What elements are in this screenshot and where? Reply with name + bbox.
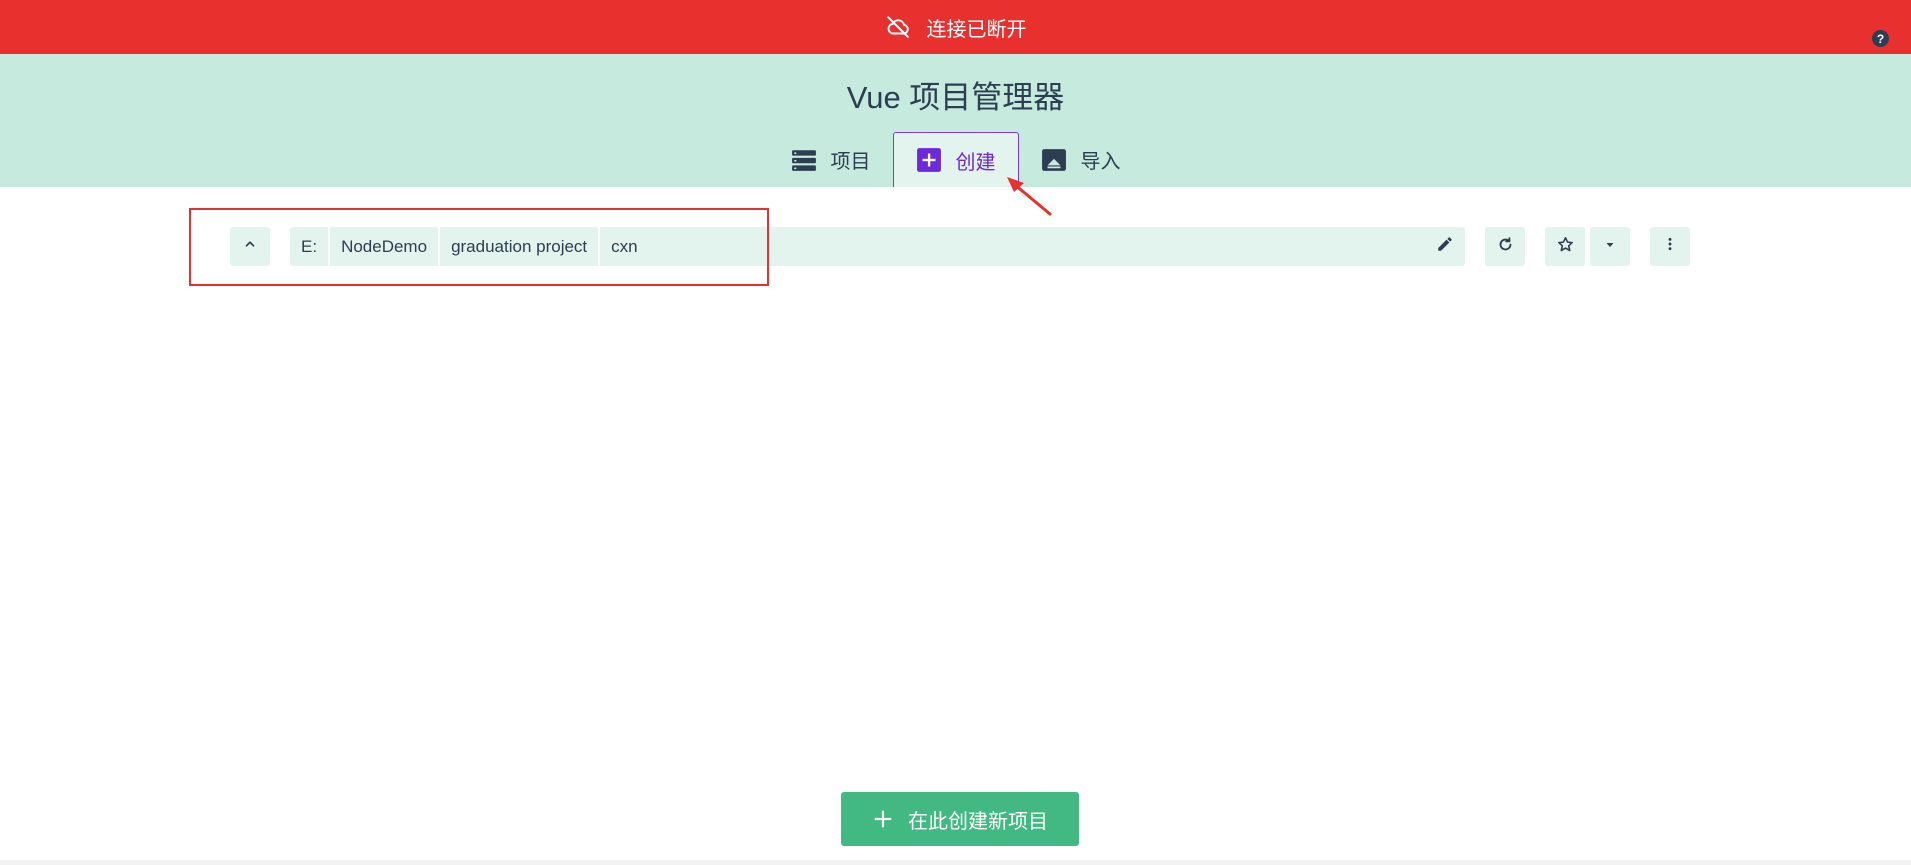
favorite-button[interactable]: [1545, 227, 1585, 266]
header: Vue 项目管理器 项目 创建 导入: [0, 54, 1911, 187]
refresh-button[interactable]: [1485, 227, 1525, 266]
connection-lost-banner: 连接已断开: [0, 0, 1911, 54]
breadcrumb-segment[interactable]: NodeDemo: [330, 227, 441, 266]
favorites-dropdown-button[interactable]: [1590, 227, 1630, 266]
create-project-here-button[interactable]: 在此创建新项目: [841, 792, 1079, 846]
help-button[interactable]: ?: [1872, 30, 1889, 47]
cloud-off-icon: [885, 14, 911, 40]
create-project-label: 在此创建新项目: [908, 810, 1048, 833]
tab-create-label: 创建: [955, 151, 996, 174]
tab-create[interactable]: 创建: [892, 132, 1019, 187]
list-icon: [791, 147, 817, 173]
breadcrumb-segment[interactable]: graduation project: [440, 227, 601, 266]
breadcrumb-segment-current[interactable]: cxn: [600, 227, 648, 266]
banner-text: 连接已断开: [926, 18, 1027, 41]
tab-projects-label: 项目: [830, 151, 871, 173]
bottom-divider: [0, 860, 1911, 865]
import-icon: [1041, 147, 1067, 173]
tab-import-label: 导入: [1080, 151, 1121, 173]
refresh-icon: [1497, 236, 1514, 258]
dropdown-icon: [1604, 238, 1616, 256]
more-options-button[interactable]: [1650, 227, 1690, 266]
star-icon: [1557, 236, 1574, 258]
tab-projects[interactable]: 项目: [769, 132, 893, 187]
tab-import[interactable]: 导入: [1019, 132, 1143, 187]
breadcrumb: E: NodeDemo graduation project cxn: [290, 227, 1465, 266]
breadcrumb-segment-drive[interactable]: E:: [290, 227, 331, 266]
nav-tabs: 项目 创建 导入: [0, 132, 1911, 187]
edit-icon: [1436, 235, 1454, 258]
page-title: Vue 项目管理器: [846, 80, 1065, 115]
collapse-button[interactable]: [230, 227, 270, 266]
more-icon: [1662, 236, 1678, 257]
plus-box-icon: [916, 147, 942, 173]
plus-icon: [872, 808, 894, 830]
edit-path-button[interactable]: [1425, 227, 1465, 266]
chevron-up-icon: [243, 237, 257, 256]
